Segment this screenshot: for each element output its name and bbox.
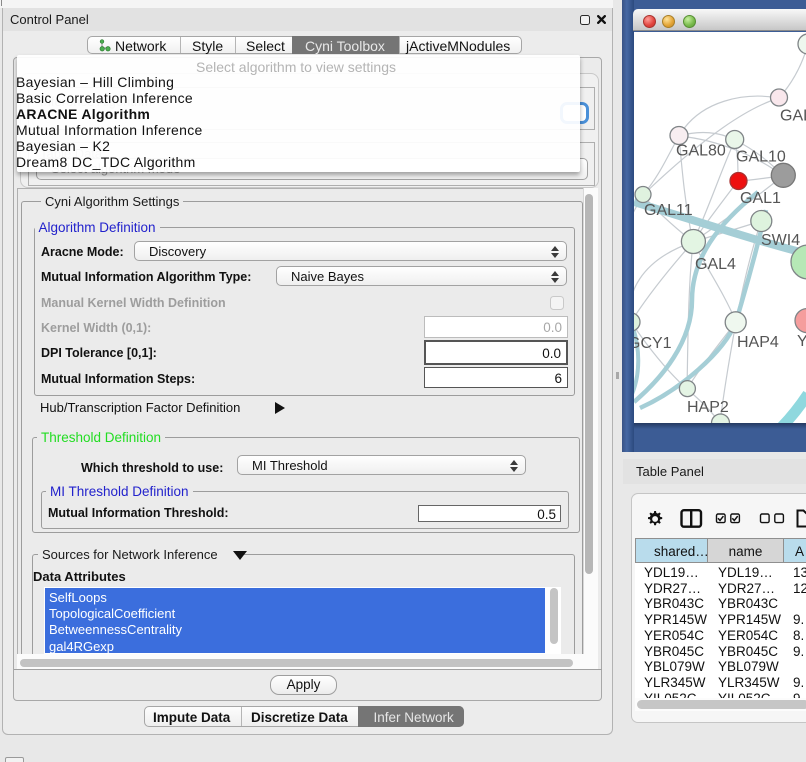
svg-text:GAL11: GAL11	[644, 202, 693, 219]
svg-text:GAL4: GAL4	[695, 256, 736, 273]
svg-text:GCY1: GCY1	[634, 335, 672, 352]
svg-text:HAP2: HAP2	[687, 399, 729, 416]
svg-text:GAL10: GAL10	[736, 149, 786, 166]
svg-text:GAL: GAL	[780, 108, 806, 125]
svg-text:HAP4: HAP4	[737, 334, 779, 351]
svg-text:Y: Y	[797, 333, 806, 350]
svg-text:GAL80: GAL80	[676, 143, 726, 160]
svg-text:SWI4: SWI4	[761, 232, 800, 249]
svg-text:GAL1: GAL1	[740, 190, 781, 207]
